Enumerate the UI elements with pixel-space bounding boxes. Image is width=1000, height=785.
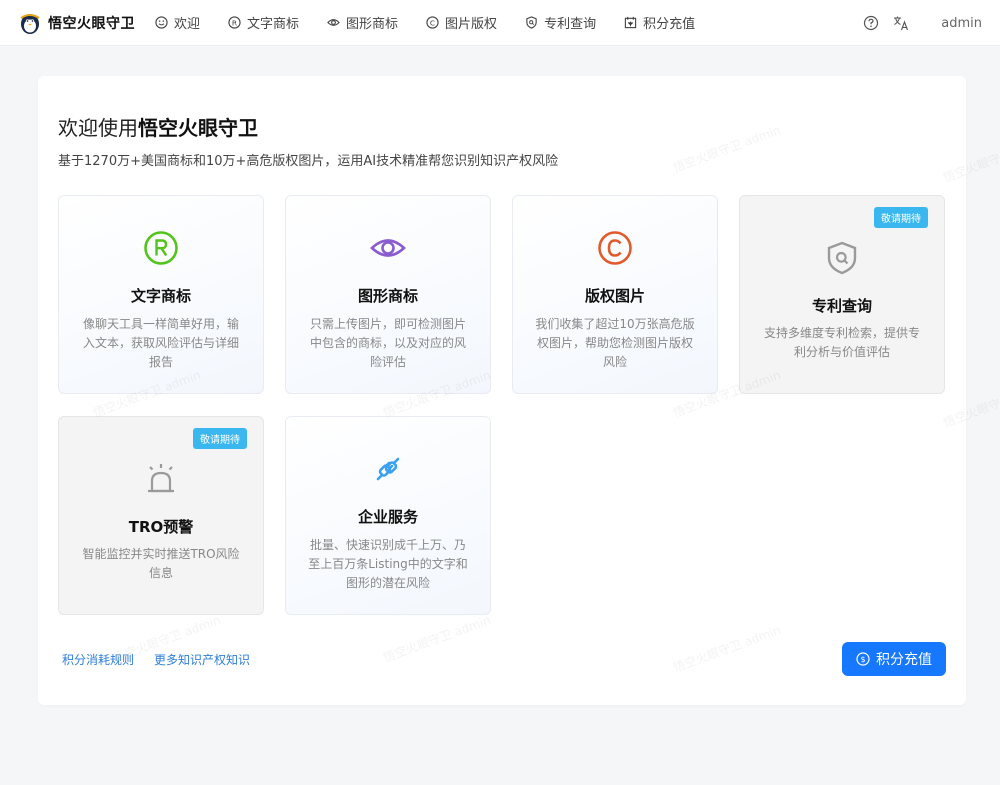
coming-soon-badge: 敬请期待 xyxy=(193,428,247,449)
heading-prefix: 欢迎使用 xyxy=(58,116,138,140)
heading-brand: 悟空火眼守卫 xyxy=(138,116,258,140)
ip-knowledge-link[interactable]: 更多知识产权知识 xyxy=(154,651,250,668)
nav-item-patent-search[interactable]: 专利查询 xyxy=(525,13,596,32)
coming-soon-badge: 敬请期待 xyxy=(874,207,928,228)
tile-title: 专利查询 xyxy=(811,297,872,315)
tile-title: 文字商标 xyxy=(130,287,191,305)
nav-item-label: 图片版权 xyxy=(445,17,498,32)
calendar-icon xyxy=(624,16,637,29)
penguin-logo-icon xyxy=(20,13,40,34)
main-menu: 欢迎 R 文字商标 图形商标 C 图片版权 专利查询 积分充值 xyxy=(155,13,723,32)
top-navbar: 悟空火眼守卫 欢迎 R 文字商标 图形商标 C 图片版权 专利查询 积分充值 a… xyxy=(0,0,1000,46)
smile-icon xyxy=(155,16,168,29)
nav-item-welcome[interactable]: 欢迎 xyxy=(155,13,200,32)
welcome-card: 欢迎使用悟空火眼守卫 基于1270万+美国商标和10万+高危版权图片，运用AI技… xyxy=(38,76,966,705)
tile-description: 像聊天工具一样简单好用，输入文本，获取风险评估与详细报告 xyxy=(82,317,239,369)
shield-search-icon xyxy=(526,16,537,29)
tile-description: 智能监控并实时推送TRO风险信息 xyxy=(82,547,240,580)
registered-icon: R xyxy=(228,16,241,29)
app-title: 悟空火眼守卫 xyxy=(48,15,135,32)
question-circle-icon[interactable] xyxy=(863,15,879,31)
tile-title: 版权图片 xyxy=(584,287,645,305)
tile-title: TRO预警 xyxy=(128,518,194,536)
nav-item-label: 欢迎 xyxy=(174,17,201,32)
alarm-icon xyxy=(148,464,174,493)
nav-item-label: 文字商标 xyxy=(247,17,300,32)
copyright-icon xyxy=(598,231,632,265)
tile-patent-search: 敬请期待 专利查询 支持多维度专利检索，提供专利分析与价值评估 xyxy=(739,195,945,394)
coin-icon: $ xyxy=(856,652,870,666)
app-logo[interactable]: 悟空火眼守卫 xyxy=(18,11,135,35)
nav-item-label: 积分充值 xyxy=(643,17,696,32)
tile-enterprise-service[interactable]: 企业服务 批量、快速识别成千上万、乃至上百万条Listing中的文字和图形的潜在… xyxy=(285,416,491,615)
tile-description: 我们收集了超过10万张高危版权图片，帮助您检测图片版权风险 xyxy=(535,317,695,369)
tile-description: 批量、快速识别成千上万、乃至上百万条Listing中的文字和图形的潜在风险 xyxy=(308,538,468,590)
tile-description: 只需上传图片，即可检测图片中包含的商标，以及对应的风险评估 xyxy=(309,317,466,369)
nav-item-image-copyright[interactable]: C 图片版权 xyxy=(426,13,497,32)
navbar-actions: admin xyxy=(863,0,982,46)
tile-tro-alert: 敬请期待 TRO预警 智能监控并实时推送TRO风险信息 xyxy=(58,416,264,615)
nav-item-word-trademark[interactable]: R 文字商标 xyxy=(228,13,299,32)
svg-text:C: C xyxy=(430,18,435,27)
eye-icon xyxy=(327,19,340,26)
copyright-icon: C xyxy=(426,16,439,29)
recharge-label: 积分充值 xyxy=(876,652,932,668)
tile-title: 企业服务 xyxy=(357,508,418,526)
translate-icon[interactable] xyxy=(893,15,909,31)
tile-description: 支持多维度专利检索，提供专利分析与价值评估 xyxy=(763,326,920,359)
recharge-button[interactable]: $ 积分充值 xyxy=(842,642,946,676)
nav-item-image-trademark[interactable]: 图形商标 xyxy=(327,13,398,32)
svg-text:$: $ xyxy=(860,655,865,664)
tile-word-trademark[interactable]: 文字商标 像聊天工具一样简单好用，输入文本，获取风险评估与详细报告 xyxy=(58,195,264,394)
tile-image-trademark[interactable]: 图形商标 只需上传图片，即可检测图片中包含的商标，以及对应的风险评估 xyxy=(285,195,491,394)
tile-copyright-image[interactable]: 版权图片 我们收集了超过10万张高危版权图片，帮助您检测图片版权风险 xyxy=(512,195,718,394)
page-subtitle: 基于1270万+美国商标和10万+高危版权图片，运用AI技术精准帮您识别知识产权… xyxy=(58,154,559,169)
svg-text:R: R xyxy=(232,18,237,27)
registered-icon xyxy=(144,231,178,265)
footer-links: 积分消耗规则 更多知识产权知识 xyxy=(62,651,270,668)
nav-item-recharge[interactable]: 积分充值 xyxy=(624,13,695,32)
shield-search-icon xyxy=(827,241,857,275)
plug-icon xyxy=(376,457,400,481)
tile-title: 图形商标 xyxy=(357,287,418,305)
nav-item-label: 专利查询 xyxy=(544,17,597,32)
page-title: 欢迎使用悟空火眼守卫 xyxy=(58,112,258,141)
user-name[interactable]: admin xyxy=(941,16,982,31)
points-rules-link[interactable]: 积分消耗规则 xyxy=(62,651,134,668)
eye-icon xyxy=(370,239,406,257)
nav-item-label: 图形商标 xyxy=(346,17,399,32)
